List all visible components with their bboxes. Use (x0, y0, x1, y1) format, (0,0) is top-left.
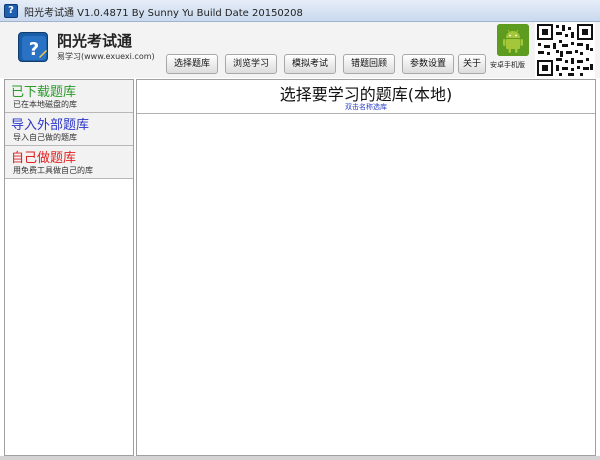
app-logo-icon: ? (18, 32, 48, 62)
sidebar-item-title: 导入外部题库 (11, 118, 90, 133)
android-icon[interactable] (497, 24, 529, 56)
settings-button[interactable]: 参数设置 (402, 54, 454, 74)
select-library-button[interactable]: 选择题库 (166, 54, 218, 74)
wrong-answers-button[interactable]: 错题回顾 (343, 54, 395, 74)
sidebar-item-desc: 已在本地磁盘的库 (13, 100, 77, 109)
browse-study-button[interactable]: 浏览学习 (225, 54, 277, 74)
sidebar-item-make-own[interactable]: 自己做题库 用免费工具做自己的库 (5, 146, 133, 179)
about-button[interactable]: 关于 (458, 54, 486, 74)
sidebar-item-desc: 导入自己做的题库 (13, 133, 77, 142)
library-list-panel[interactable]: 选择要学习的题库(本地) 双击名称选库 (136, 79, 596, 456)
android-version-label: 安卓手机版 (490, 61, 525, 69)
sidebar-item-downloaded[interactable]: 已下载题库 已在本地磁盘的库 (5, 80, 133, 113)
hint-text: 双击名称选库 (345, 103, 387, 111)
header: ? 阳光考试通 易学习(www.exuexi.com) 选择题库 浏览学习 模拟… (0, 22, 600, 78)
sidebar-item-title: 已下载题库 (11, 85, 77, 100)
window-title: 阳光考试通 V1.0.4871 By Sunny Yu Build Date 2… (24, 8, 303, 19)
window-bottom-edge (0, 456, 600, 460)
sidebar-item-title: 自己做题库 (11, 151, 77, 166)
app-name: 阳光考试通 (57, 32, 133, 50)
mock-exam-button[interactable]: 模拟考试 (284, 54, 336, 74)
title-bar: ? 阳光考试通 V1.0.4871 By Sunny Yu Build Date… (0, 0, 600, 22)
sidebar-item-desc: 用免费工具做自己的库 (13, 166, 93, 175)
sidebar: 已下载题库 已在本地磁盘的库 导入外部题库 导入自己做的题库 自己做题库 用免费… (4, 79, 134, 456)
sidebar-item-import[interactable]: 导入外部题库 导入自己做的题库 (5, 113, 133, 146)
svg-text:?: ? (29, 39, 39, 60)
app-website: 易学习(www.exuexi.com) (57, 52, 155, 61)
qr-code-icon (535, 22, 595, 78)
main-header: 选择要学习的题库(本地) 双击名称选库 (137, 80, 595, 114)
app-icon: ? (4, 4, 18, 18)
